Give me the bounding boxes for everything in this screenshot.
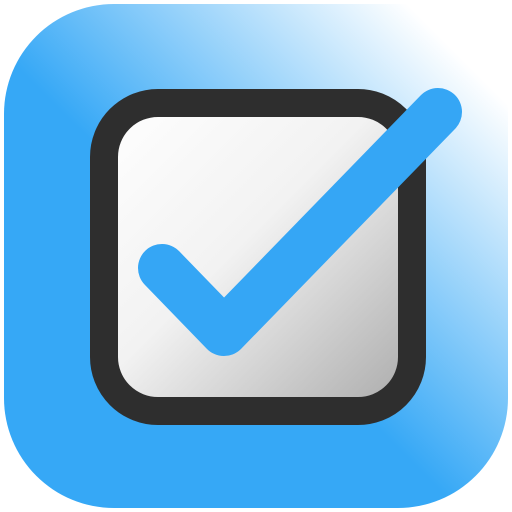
app-icon[interactable] [0, 0, 512, 512]
checkbox-checked-icon [4, 4, 508, 508]
